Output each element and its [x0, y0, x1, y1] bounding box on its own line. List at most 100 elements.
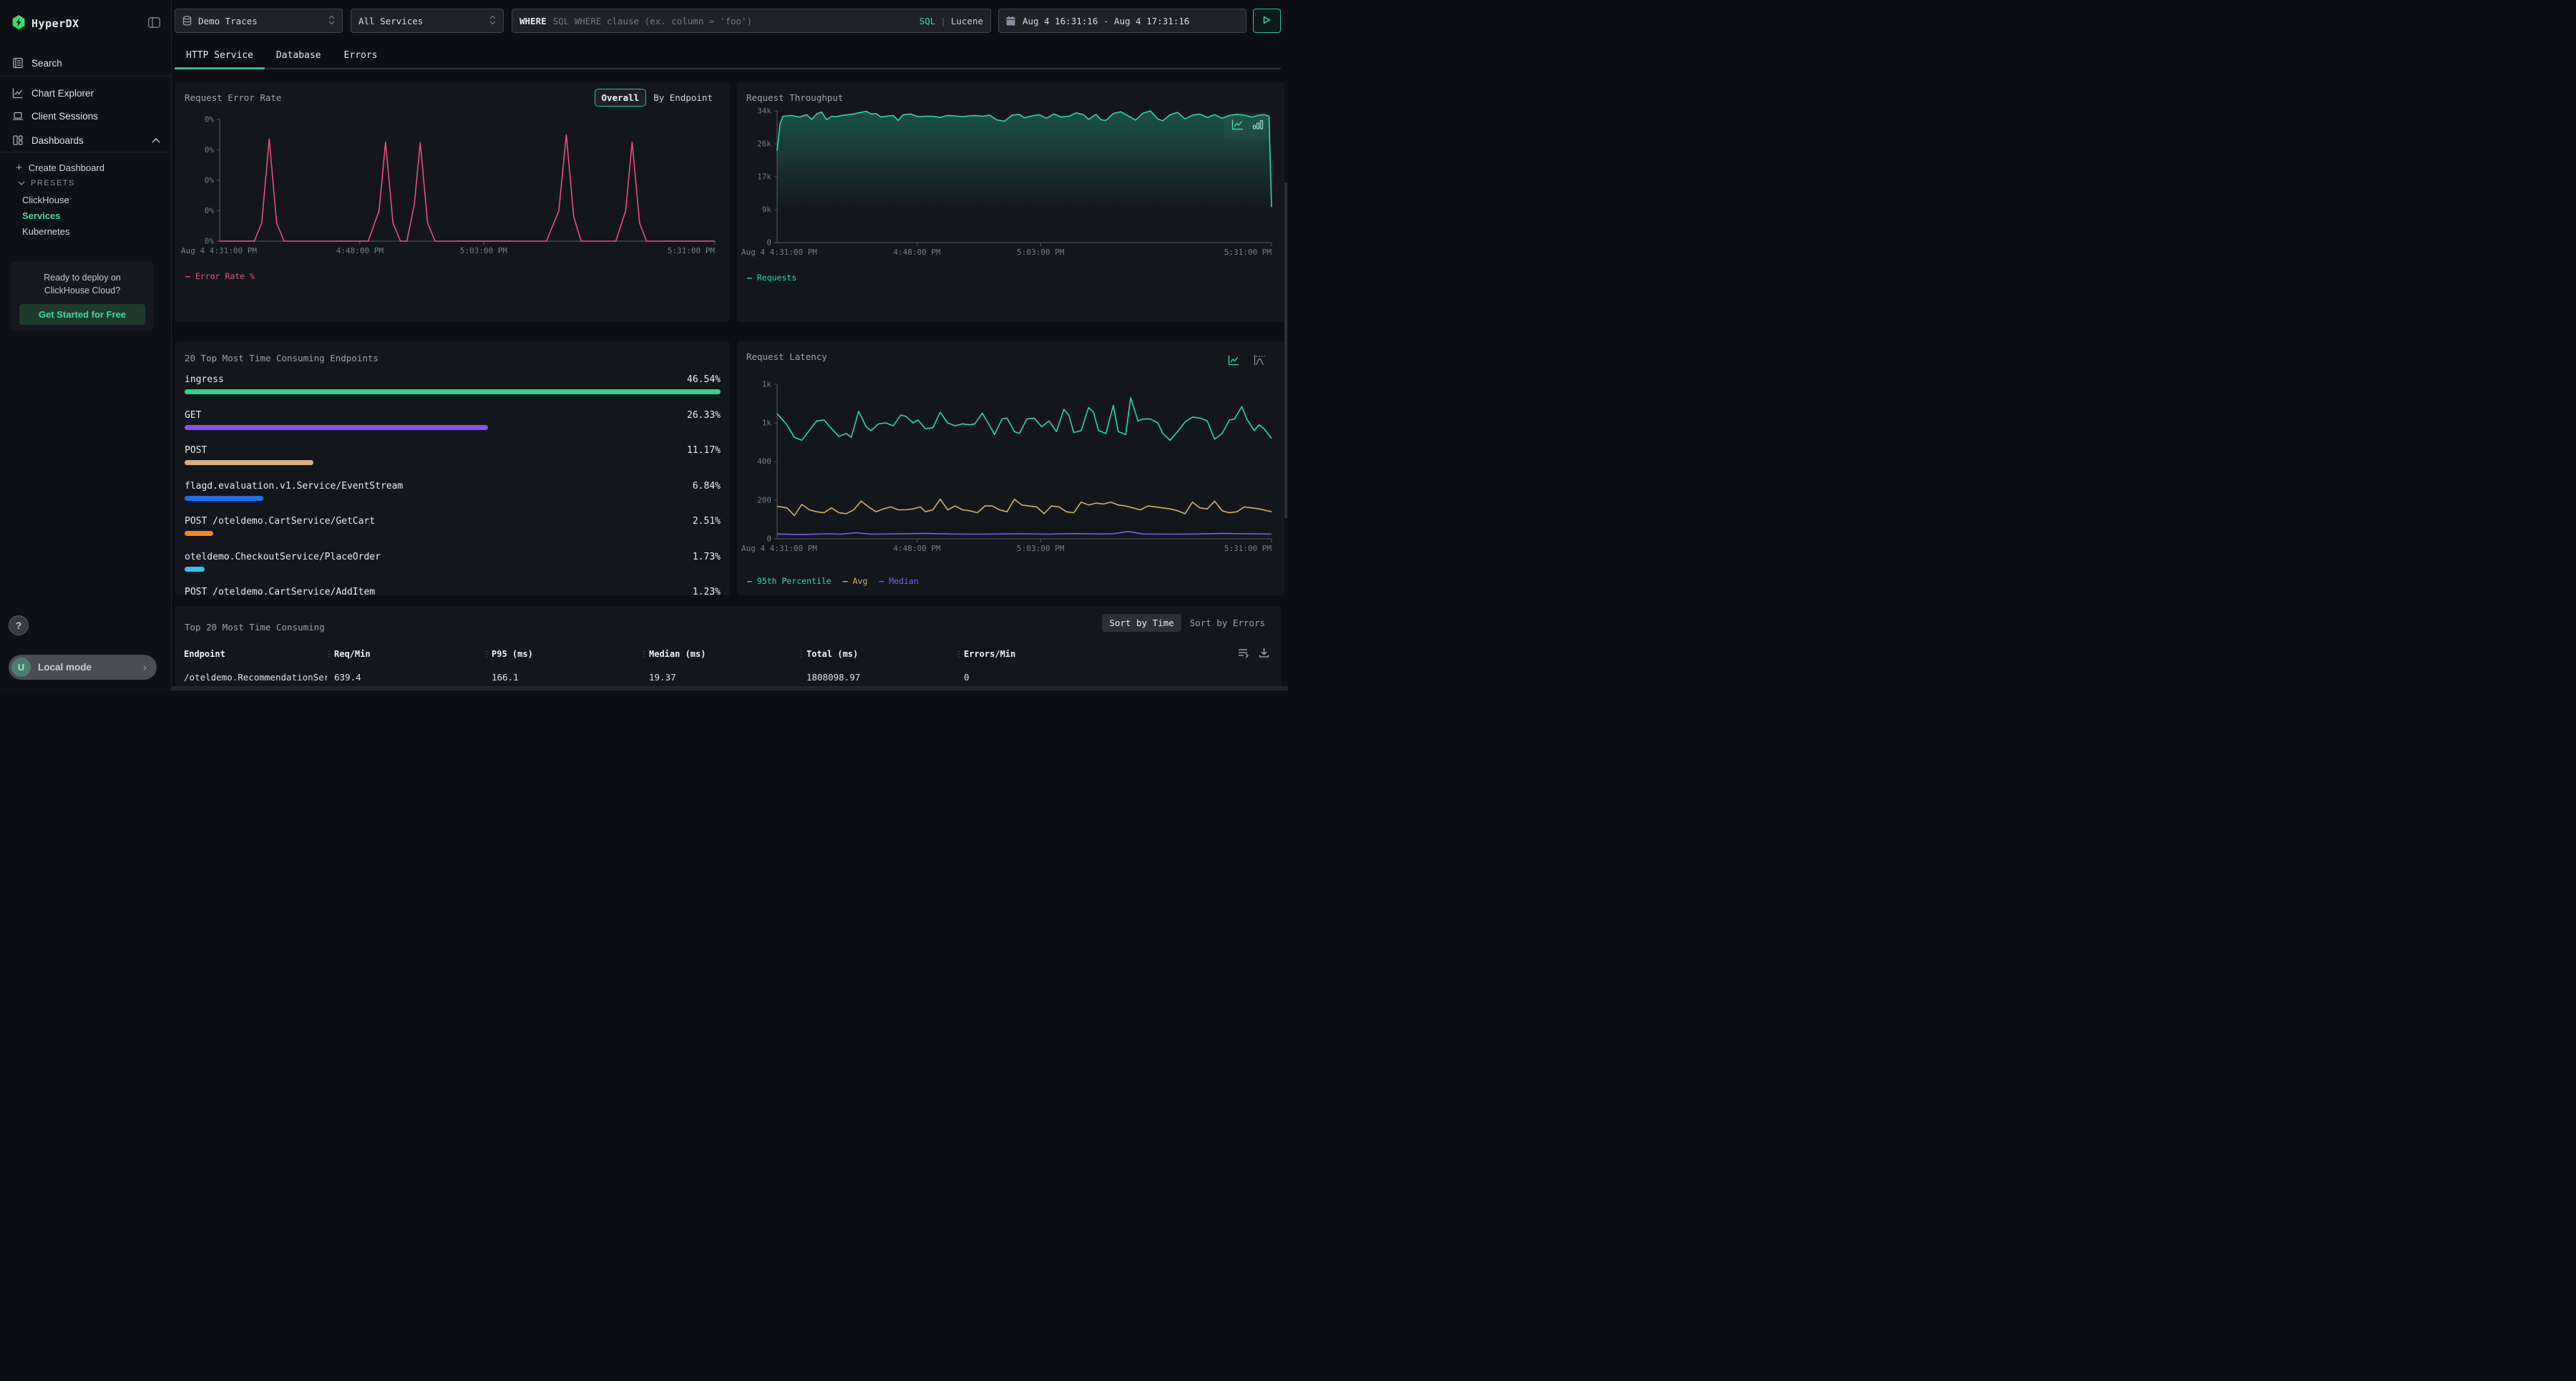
- column-drag-handle[interactable]: ⋮: [797, 649, 806, 659]
- svg-text:26k: 26k: [757, 140, 771, 149]
- histogram-icon[interactable]: [1254, 354, 1266, 369]
- help-button[interactable]: ?: [9, 615, 29, 635]
- svg-text:Aug 4 4:31:00 PM: Aug 4 4:31:00 PM: [741, 544, 817, 553]
- sidebar-item-chart-explorer[interactable]: Chart Explorer: [0, 83, 172, 103]
- by-endpoint-toggle-button[interactable]: By Endpoint: [653, 92, 713, 103]
- column-header[interactable]: Endpoint: [184, 649, 225, 659]
- lucene-mode-button[interactable]: Lucene: [951, 16, 983, 26]
- column-header[interactable]: ⋮Req/Min: [334, 649, 371, 659]
- line-chart-icon[interactable]: [1228, 355, 1239, 369]
- tab-errors[interactable]: Errors: [333, 46, 389, 71]
- endpoint-percent: 11.17%: [687, 445, 721, 456]
- legend-item[interactable]: — Median: [879, 576, 918, 586]
- endpoint-bar: [185, 425, 488, 430]
- sidebar-item-services[interactable]: Services: [0, 210, 172, 221]
- panel-title: Request Latency: [746, 351, 827, 362]
- sidebar-item-label: Dashboards: [31, 135, 84, 146]
- presets-toggle[interactable]: PRESETS: [0, 179, 172, 187]
- column-header[interactable]: ⋮Errors/Min: [964, 649, 1015, 659]
- promo-line2: ClickHouse Cloud?: [44, 286, 120, 296]
- endpoint-row[interactable]: POST /oteldemo.CartService/AddItem1.23%: [185, 587, 721, 595]
- column-header[interactable]: ⋮Total (ms): [806, 649, 858, 659]
- column-drag-handle[interactable]: ⋮: [640, 649, 648, 659]
- daterange-picker[interactable]: Aug 4 16:31:16 - Aug 4 17:31:16: [998, 9, 1246, 33]
- sidebar-item-dashboards[interactable]: Dashboards: [0, 130, 172, 150]
- svg-text:17k: 17k: [757, 172, 771, 182]
- column-header[interactable]: ⋮P95 (ms): [492, 649, 533, 659]
- column-drag-handle[interactable]: ⋮: [482, 649, 491, 659]
- endpoint-row[interactable]: oteldemo.CheckoutService/PlaceOrder1.73%: [185, 552, 721, 587]
- endpoint-row[interactable]: flagd.evaluation.v1.Service/EventStream6…: [185, 481, 721, 517]
- endpoint-bar: [185, 496, 263, 501]
- svg-text:5:03:00 PM: 5:03:00 PM: [1017, 544, 1065, 553]
- chart-legend: — Requests: [747, 273, 808, 283]
- tabs-baseline: [175, 68, 1281, 69]
- sidebar-item-search[interactable]: Search: [0, 53, 172, 73]
- sidebar-item-label: Search: [31, 58, 62, 69]
- endpoints-bar-list: ingress46.54%GET26.33%POST 11.17% flagd.ev…: [185, 374, 721, 595]
- error-rate-chart[interactable]: 0%0%0%0%0%Aug 4 4:31:00 PM4:48:00 PM5:03…: [180, 112, 723, 264]
- sql-mode-button[interactable]: SQL: [919, 16, 936, 26]
- sort-by-time-button[interactable]: Sort by Time: [1102, 614, 1181, 632]
- sidebar-divider: [0, 76, 171, 77]
- sort-by-errors-button[interactable]: Sort by Errors: [1184, 614, 1271, 632]
- download-icon[interactable]: [1259, 648, 1269, 661]
- endpoint-label: POST: [185, 445, 207, 456]
- endpoint-bar: [185, 460, 313, 465]
- legend-item[interactable]: — Requests: [747, 273, 796, 283]
- avatar: U: [11, 658, 31, 677]
- vertical-scrollbar[interactable]: [1284, 182, 1287, 519]
- source-select[interactable]: Demo Traces: [175, 9, 343, 33]
- row-expand-icon[interactable]: [1238, 648, 1250, 661]
- endpoint-bar: [185, 531, 213, 536]
- service-select[interactable]: All Services: [351, 9, 504, 33]
- chevron-down-icon: [18, 181, 25, 185]
- svg-text:0%: 0%: [205, 176, 215, 185]
- horizontal-scrollbar[interactable]: [0, 686, 1288, 690]
- endpoint-row[interactable]: GET26.33%: [185, 410, 721, 446]
- journal-icon: [12, 57, 24, 69]
- svg-text:0%: 0%: [205, 115, 215, 125]
- svg-text:0%: 0%: [205, 237, 215, 246]
- endpoint-row[interactable]: POST 11.17%: [185, 445, 721, 481]
- panel-title: Request Throughput: [746, 92, 843, 103]
- updown-chevrons-icon: [489, 15, 496, 27]
- table-cell: 0: [964, 672, 970, 683]
- overall-toggle-button[interactable]: Overall: [595, 89, 647, 107]
- svg-text:1k: 1k: [762, 380, 772, 389]
- sidebar-item-clickhouse[interactable]: ClickHouse: [0, 195, 172, 205]
- column-drag-handle[interactable]: ⋮: [325, 649, 333, 659]
- run-query-button[interactable]: [1253, 9, 1281, 33]
- table-cell: 1808098.97: [806, 672, 860, 683]
- sidebar-item-client-sessions[interactable]: Client Sessions: [0, 106, 172, 126]
- svg-text:1k: 1k: [762, 419, 772, 428]
- get-started-button[interactable]: Get Started for Free: [19, 304, 145, 325]
- user-menu[interactable]: U Local mode ›: [9, 655, 157, 680]
- latency-chart[interactable]: 02004001k1kAug 4 4:31:00 PM4:48:00 PM5:0…: [740, 374, 1280, 565]
- column-drag-handle[interactable]: ⋮: [955, 649, 963, 659]
- sidebar-item-label: Chart Explorer: [31, 88, 94, 99]
- throughput-chart[interactable]: 09k17k26k34kAug 4 4:31:00 PM4:48:00 PM5:…: [740, 102, 1280, 265]
- create-dashboard-button[interactable]: + Create Dashboard: [0, 162, 172, 174]
- legend-item[interactable]: — 95th Percentile: [747, 576, 831, 586]
- daterange-value: Aug 4 16:31:16 - Aug 4 17:31:16: [1023, 16, 1189, 26]
- endpoint-label: GET: [185, 410, 201, 421]
- search-input[interactable]: WHERE SQL WHERE clause (ex. column = 'fo…: [512, 9, 991, 33]
- svg-text:0: 0: [766, 238, 771, 248]
- svg-text:4:48:00 PM: 4:48:00 PM: [893, 544, 941, 553]
- collapse-sidebar-icon[interactable]: [148, 17, 160, 31]
- endpoint-percent: 46.54%: [687, 374, 721, 385]
- column-header[interactable]: ⋮Median (ms): [649, 649, 706, 659]
- user-mode-label: Local mode: [38, 662, 92, 673]
- legend-item[interactable]: — Avg: [843, 576, 868, 586]
- svg-text:Aug 4 4:31:00 PM: Aug 4 4:31:00 PM: [741, 248, 817, 257]
- plus-icon: +: [16, 162, 22, 174]
- svg-text:0%: 0%: [205, 206, 215, 215]
- endpoint-row[interactable]: POST /oteldemo.CartService/GetCart2.51%: [185, 516, 721, 552]
- chart-legend: — Error Rate %: [185, 271, 266, 281]
- table-cell: 166.1: [492, 672, 519, 683]
- sidebar-item-kubernetes[interactable]: Kubernetes: [0, 226, 172, 237]
- legend-item[interactable]: — Error Rate %: [185, 271, 255, 281]
- endpoint-row[interactable]: ingress46.54%: [185, 374, 721, 410]
- tab-database[interactable]: Database: [265, 46, 333, 71]
